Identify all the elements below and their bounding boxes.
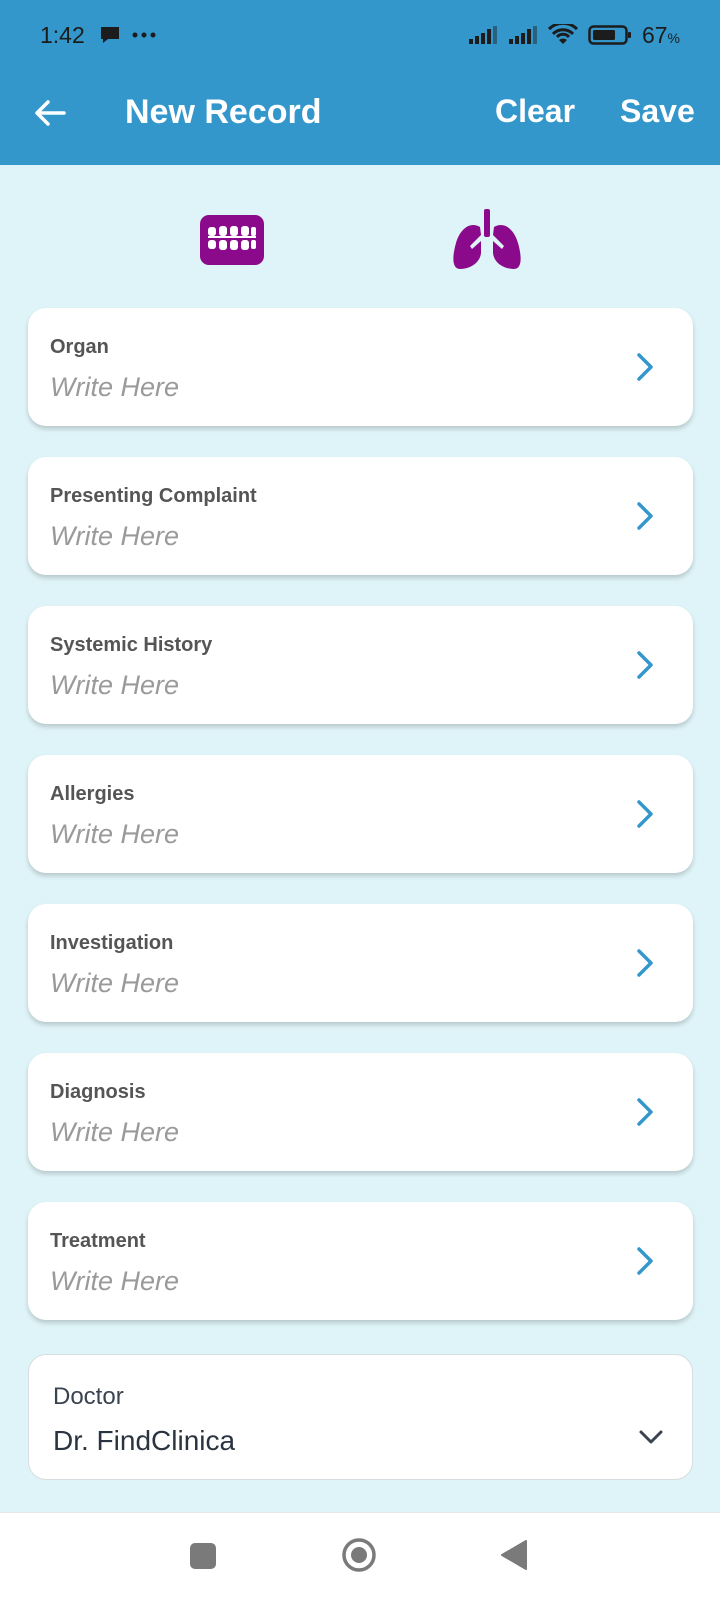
field-label: Organ — [50, 336, 109, 358]
more-dots-icon — [132, 32, 156, 38]
field-value: Write Here — [50, 819, 180, 849]
teeth-category-button[interactable] — [200, 215, 264, 265]
status-bar: 1:42 67% — [0, 0, 720, 70]
signal-icon — [468, 26, 497, 44]
field-label: Diagnosis — [50, 1081, 146, 1103]
field-label: Investigation — [50, 932, 174, 954]
field-label: Systemic History — [50, 634, 213, 656]
app-bar: 1:42 67% New Record Clear Save — [0, 0, 720, 165]
investigation-field[interactable]: Investigation Write Here — [28, 904, 693, 1022]
field-value: Write Here — [50, 1117, 180, 1147]
save-button[interactable]: Save — [620, 93, 695, 130]
field-label: Treatment — [50, 1230, 146, 1252]
status-time: 1:42 — [40, 21, 85, 48]
systemic-history-field[interactable]: Systemic History Write Here — [28, 606, 693, 724]
toolbar: New Record Clear Save — [0, 75, 720, 155]
chevron-right-icon — [637, 1247, 653, 1275]
wifi-icon — [547, 24, 578, 44]
diagnosis-field[interactable]: Diagnosis Write Here — [28, 1053, 693, 1171]
doctor-select[interactable]: Doctor Dr. FindClinica — [28, 1354, 693, 1480]
doctor-selected-value: Dr. FindClinica — [53, 1425, 236, 1456]
lungs-icon — [453, 209, 521, 269]
field-value: Write Here — [50, 968, 180, 998]
chevron-right-icon — [637, 800, 653, 828]
lungs-category-button[interactable] — [450, 207, 524, 273]
category-icon-row — [0, 205, 720, 275]
arrow-left-icon — [35, 100, 66, 126]
chat-bubble-icon — [100, 27, 119, 43]
field-value: Write Here — [50, 521, 180, 551]
presenting-complaint-field[interactable]: Presenting Complaint Write Here — [28, 457, 693, 575]
teeth-icon — [200, 215, 264, 265]
back-button[interactable] — [30, 93, 70, 133]
doctor-label: Doctor — [53, 1383, 124, 1410]
chevron-right-icon — [637, 651, 653, 679]
clear-button[interactable]: Clear — [495, 93, 575, 130]
field-value: Write Here — [50, 1266, 180, 1296]
chevron-right-icon — [637, 949, 653, 977]
organ-field[interactable]: Organ Write Here — [28, 308, 693, 426]
field-label: Presenting Complaint — [50, 485, 257, 507]
battery-level: 67% — [641, 21, 680, 48]
system-nav-bar — [0, 1512, 720, 1600]
allergies-field[interactable]: Allergies Write Here — [28, 755, 693, 873]
chevron-right-icon — [637, 1098, 653, 1126]
treatment-field[interactable]: Treatment Write Here — [28, 1202, 693, 1320]
field-value: Write Here — [50, 670, 180, 700]
chevron-right-icon — [637, 502, 653, 530]
field-label: Allergies — [50, 783, 135, 805]
home-circle-icon[interactable] — [341, 1537, 377, 1573]
chevron-down-icon — [639, 1430, 663, 1444]
recents-square-icon[interactable] — [190, 1543, 216, 1569]
signal-icon — [508, 26, 537, 44]
field-value: Write Here — [50, 372, 180, 402]
back-triangle-icon[interactable] — [500, 1539, 528, 1571]
battery-icon — [588, 25, 631, 45]
chevron-right-icon — [637, 353, 653, 381]
page-title: New Record — [125, 93, 322, 131]
